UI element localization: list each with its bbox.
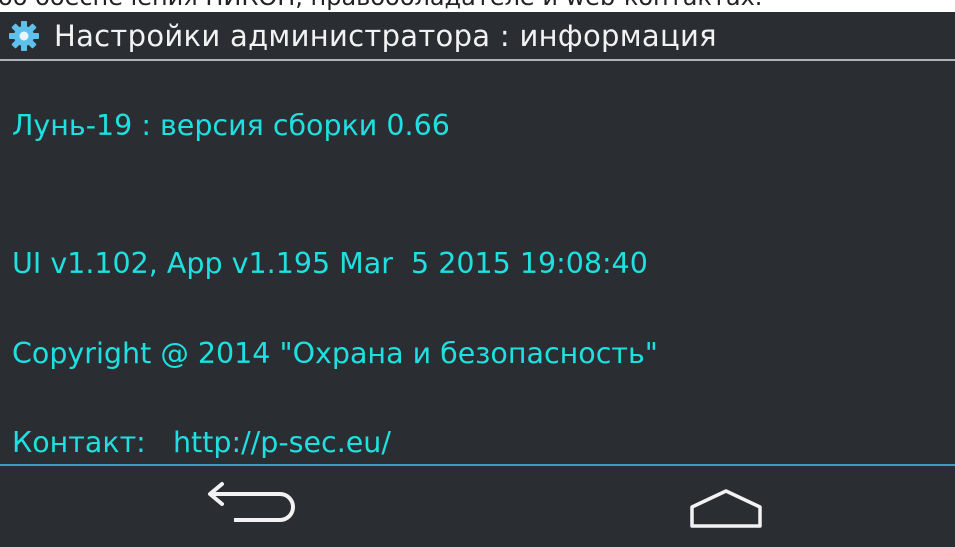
title-bar: Настройки администратора : информация (0, 12, 955, 61)
home-icon (690, 489, 762, 528)
gear-icon (9, 21, 39, 51)
navigation-bar (0, 466, 955, 547)
back-button[interactable] (198, 480, 308, 536)
copyright-text: Copyright @ 2014 "Охрана и безопасность" (12, 337, 658, 370)
caption-strip: об обеспечения НИКОН, правообладателе и … (0, 0, 955, 12)
page-title: Настройки администратора : информация (54, 19, 717, 53)
home-button[interactable] (670, 480, 780, 536)
app-versions-text: UI v1.102, App v1.195 Mar 5 2015 19:08:4… (12, 247, 648, 280)
build-version-text: Лунь-19 : версия сборки 0.66 (12, 109, 450, 142)
device-screen: Настройки администратора : информация Лу… (0, 12, 955, 547)
contact-text: Контакт: http://p-sec.eu/ (12, 426, 391, 459)
caption-text: об обеспечения НИКОН, правообладателе и … (0, 0, 762, 9)
back-arrow-icon (208, 482, 295, 522)
